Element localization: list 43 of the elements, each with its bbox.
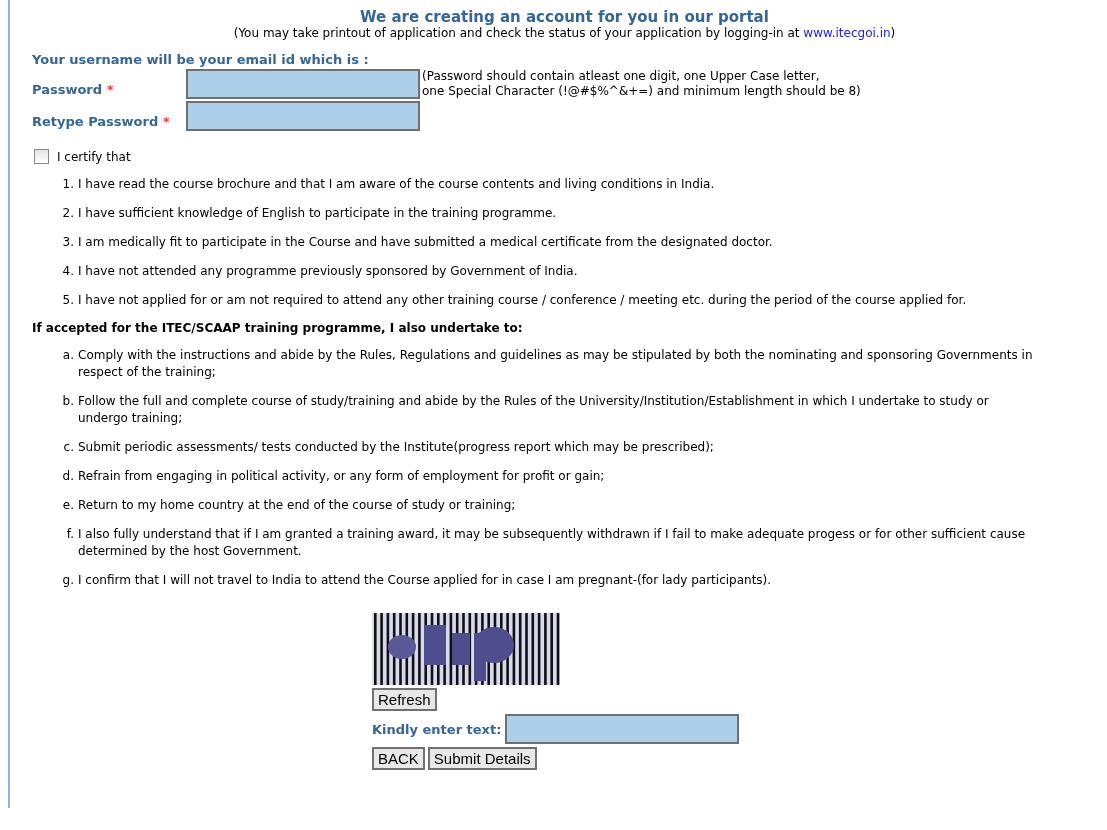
list-marker: b. — [61, 393, 75, 410]
list-item-text: I have sufficient knowledge of English to participate in the training programme. — [78, 205, 558, 222]
portal-link[interactable]: www.itecgoi.in — [803, 26, 891, 40]
password-hint: (Password should contain atleast one digit, one Upper Case letter, one Special Character (!@#$%^&+=) and minimum length should be 8) — [422, 69, 861, 99]
list-item-text: I confirm that I will not travel to India to attend the Course applied for in case I am pregnant-(for lady participants). — [78, 572, 773, 589]
list-item-text: Comply with the instructions and abide by the Rules, Regulations and guidelines as may be stipulated by both the nominating and sponsoring Governments in respect of the training; — [78, 347, 1034, 381]
list-marker: 1. — [61, 176, 75, 193]
checkbox-label: I certify that — [57, 149, 131, 164]
back-button[interactable]: BACK — [372, 747, 425, 770]
list-item-text: I have read the course brochure and that I am aware of the course contents and living conditions in India. — [78, 176, 716, 193]
field-label: Password — [32, 82, 104, 97]
captcha-label: Kindly enter text: — [372, 721, 502, 737]
required-mark: * — [106, 82, 114, 97]
undertake-heading: If accepted for the ITEC/SCAAP training programme, I also undertake to: — [32, 321, 524, 335]
captcha-field[interactable] — [505, 714, 740, 744]
list-item-text: Follow the full and complete course of study/training and abide by the Rules of the University/Institution/Establishment in which I undertake to study or undergo training; — [78, 393, 990, 427]
list-marker: a. — [61, 347, 75, 364]
submit-button[interactable]: Submit Details — [427, 747, 537, 770]
list-marker: c. — [62, 439, 75, 456]
list-item-text: I am medically fit to participate in the Course and have submitted a medical certificate from the designated doctor. — [78, 234, 774, 251]
required-mark: * — [162, 114, 170, 129]
list-item-text: I have not attended any programme previously sponsored by Government of India. — [78, 263, 579, 280]
list-marker: 3. — [61, 234, 75, 251]
list-marker: 2. — [61, 205, 75, 222]
list-marker: d. — [61, 468, 75, 485]
list-item-text: I have not applied for or am not required to attend any other training course / conference / meeting etc. during the period of the course applied for. — [78, 292, 968, 309]
list-item-text: Submit periodic assessments/ tests conducted by the Institute(progress report which may be prescribed); — [78, 439, 715, 456]
password-field[interactable] — [186, 69, 420, 99]
username-label: Your username will be your email id which is : — [32, 52, 370, 67]
field-label: Retype Password — [32, 114, 160, 129]
list-item-text: I also fully understand that if I am granted a training award, it may be subsequently withdrawn if I fail to make adequate progess or for other sufficient cause determined by the host Government. — [78, 526, 1027, 560]
refresh-button[interactable]: Refresh — [372, 688, 437, 711]
list-item-text: Refrain from engaging in political activity, or any form of employment for profit or gain; — [78, 468, 606, 485]
status-note: (You may take printout of application and check the status of your application by logging-in at www.itecgoi.in) — [232, 26, 897, 40]
list-marker: 4. — [61, 263, 75, 280]
list-item-text: Return to my home country at the end of the course of study or training; — [78, 497, 517, 514]
list-marker: f. — [65, 526, 75, 543]
password-field[interactable] — [186, 101, 420, 131]
list-marker: 5. — [61, 292, 75, 309]
page-title: We are creating an account for you in our portal — [359, 8, 770, 26]
certify-checkbox[interactable] — [34, 149, 49, 164]
list-marker: g. — [61, 572, 75, 589]
list-marker: e. — [61, 497, 75, 514]
